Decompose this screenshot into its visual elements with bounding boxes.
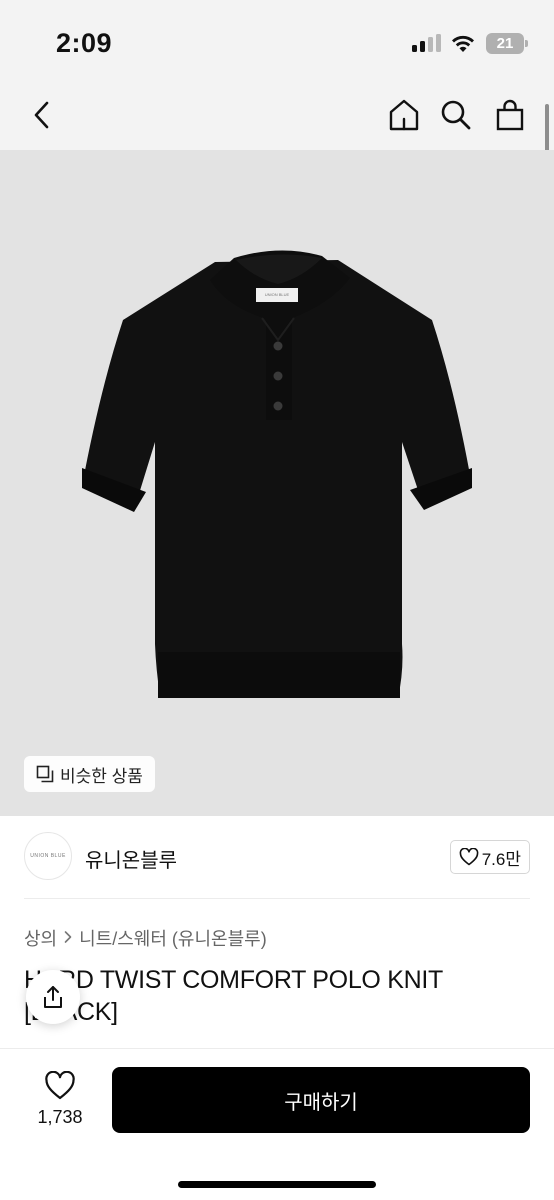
battery-icon: 21 <box>486 33 528 54</box>
back-chevron-icon <box>34 101 49 129</box>
wifi-icon <box>450 32 476 54</box>
heart-icon <box>459 848 479 866</box>
status-bar: 2:09 21 <box>0 0 554 80</box>
shop-avatar[interactable]: UNION BLUE <box>24 832 72 880</box>
bottom-action-bar: 1,738 구매하기 <box>0 1048 554 1200</box>
follow-count: 7.6만 <box>481 849 521 869</box>
like-count: 1,738 <box>37 1107 83 1127</box>
chevron-right-icon <box>63 928 73 949</box>
search-button[interactable] <box>434 93 478 137</box>
product-image[interactable]: UNION BLUE 비슷한 상품 <box>0 150 554 816</box>
shop-name[interactable]: 유니온블루 <box>85 844 177 873</box>
shop-row[interactable]: UNION BLUE 유니온블루 7.6만 <box>24 832 530 882</box>
buy-button[interactable]: 구매하기 <box>112 1067 530 1133</box>
polo-shirt-image <box>82 250 472 698</box>
divider <box>24 898 530 899</box>
search-icon <box>441 100 471 130</box>
breadcrumb: 상의 니트/스웨터 (유니온블루) <box>24 925 267 951</box>
shop-avatar-text: UNION BLUE <box>30 853 66 859</box>
app-header <box>0 80 554 150</box>
status-time: 2:09 <box>56 28 113 58</box>
shop-follow-button[interactable]: 7.6만 <box>449 840 530 874</box>
similar-products-label: 비슷한 상품 <box>60 766 143 786</box>
product-title: HARD TWIST COMFORT POLO KNIT [BLACK] <box>24 966 443 1026</box>
shopping-bag-icon <box>496 99 524 131</box>
cellular-signal-icon <box>412 34 442 52</box>
heart-icon <box>45 1071 75 1100</box>
back-button[interactable] <box>20 93 64 137</box>
breadcrumb-subcategory[interactable]: 니트/스웨터 (유니온블루) <box>79 925 267 951</box>
home-icon <box>389 99 419 131</box>
cart-button[interactable] <box>488 93 532 137</box>
product-label: UNION BLUE <box>264 292 290 297</box>
similar-products-button[interactable]: 비슷한 상품 <box>24 756 155 792</box>
home-button[interactable] <box>382 93 426 137</box>
like-button[interactable]: 1,738 <box>24 1069 96 1133</box>
share-button[interactable] <box>26 970 80 1024</box>
share-icon <box>44 986 62 1008</box>
home-indicator[interactable] <box>178 1181 376 1188</box>
breadcrumb-category[interactable]: 상의 <box>24 925 57 951</box>
similar-products-icon <box>36 765 54 783</box>
